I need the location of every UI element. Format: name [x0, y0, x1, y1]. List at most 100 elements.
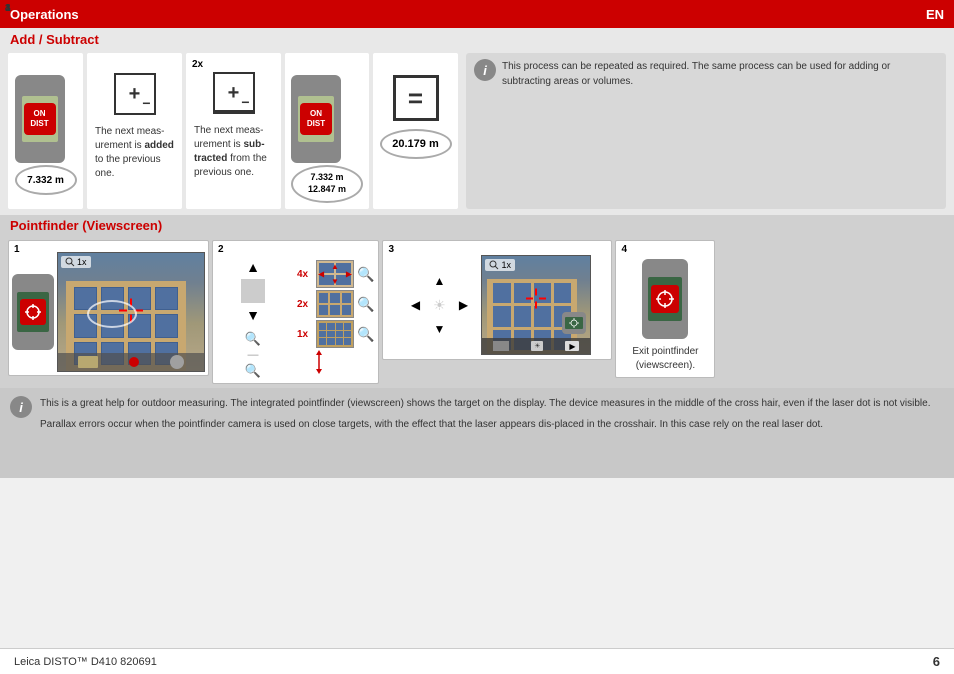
camera-crosshair-3 — [526, 289, 546, 312]
on-dist-btn-3: ON DIST — [300, 103, 332, 135]
step-2b-box: 2x + − The next meas-urement is sub-trac… — [186, 53, 281, 209]
page-footer: Leica DISTO™ D410 820691 6 — [0, 648, 954, 674]
camera-controls-bar-3: ☀ ▶ — [482, 338, 590, 354]
pointfinder-info-text-2: Parallax errors occur when the pointfind… — [40, 417, 930, 432]
zoom-4x-thumb: ◀ ▶ ▲ ▼ — [316, 260, 354, 288]
zoom-thumb-list: 4x ◀ ▶ ▲ ▼ 🔍 — [297, 260, 374, 374]
arrow-left[interactable] — [217, 279, 241, 303]
measurement-bubble-3: 7.332 m 12.847 m — [291, 165, 363, 203]
pf-step-1-content: 1x — [12, 252, 205, 372]
pf-step-4: 4 — [615, 240, 715, 378]
zoom-2x-row: 2x 🔍 — [297, 290, 374, 318]
step-3-device: ON DIST 7.332 m 12.847 m — [291, 75, 363, 203]
footer-page: 6 — [933, 654, 940, 669]
target-icon-4 — [651, 285, 679, 313]
add-subtract-info-box: i This process can be repeated as requir… — [466, 53, 946, 209]
header-lang: EN — [926, 7, 944, 22]
device-screen-3: ON DIST — [298, 96, 334, 142]
step-2-content: + − — [114, 73, 156, 115]
pointfinder-section-header: Pointfinder (Viewscreen) — [0, 215, 954, 236]
step-2b-text: The next meas-urement is sub-tracted fro… — [192, 120, 275, 184]
exit-text: Exit pointfinder (viewscreen). — [620, 345, 710, 373]
pf-step-2-content: ▲ ▼ 🔍 — 🔍 — [217, 255, 374, 379]
center-cross — [241, 279, 265, 303]
header-title: Operations — [10, 7, 79, 22]
pf-screen-4 — [648, 277, 682, 321]
zoom-4x-row: 4x ◀ ▶ ▲ ▼ 🔍 — [297, 260, 374, 288]
arrow-right-3[interactable]: ▶ — [451, 293, 475, 317]
pf-step-1: 1 — [8, 240, 209, 376]
pf-step-3-content: ▲ ◀ ☀ ▶ ▼ — [403, 255, 591, 355]
arrow-up-3[interactable]: ▲ — [427, 269, 451, 293]
pf-device-1 — [12, 274, 54, 350]
mini-device-in-camera — [562, 312, 586, 334]
plus-icon-box: + − — [114, 73, 156, 115]
step-2-text: The next meas-urement is added to the pr… — [93, 121, 176, 185]
device-illus-1: ON DIST — [15, 75, 65, 163]
camera-view-3: 1x ☀ ▶ — [481, 255, 591, 355]
result-bubble: 20.179 m — [380, 129, 452, 159]
arrow-left-3[interactable]: ◀ — [403, 293, 427, 317]
magnify-controls: 🔍 — 🔍 — [245, 331, 261, 379]
target-svg-1 — [23, 302, 43, 322]
zoom-1x-thumb — [316, 320, 354, 348]
search-icon-4x: 🔍 — [357, 266, 374, 283]
camera-view-1: 1x — [57, 252, 205, 372]
step-4-box: 4 = 20.179 m — [373, 53, 458, 209]
zoom-selected-indicator — [316, 350, 374, 374]
pf-step-3-number: 3 — [388, 244, 394, 255]
step-3-box: 3 ON DIST 7.332 m 12.847 m — [285, 53, 369, 209]
page-header: Operations EN — [0, 0, 954, 28]
info-icon-1: i — [474, 59, 496, 81]
pf-step-4-content — [642, 259, 688, 339]
add-subtract-section-header: Add / Subtract — [0, 28, 954, 49]
zoom-1x-row: 1x 🔍 — [297, 320, 374, 348]
step-2-box: + − The next meas-urement is added to th… — [87, 53, 182, 209]
arrow-up[interactable]: ▲ — [241, 255, 265, 279]
device-illus-3: ON DIST — [291, 75, 341, 163]
divider-line: — — [248, 349, 259, 361]
target-icon-1 — [20, 299, 46, 325]
camera-bottom-bar-1 — [58, 353, 204, 371]
footer-model: Leica DISTO™ D410 820691 — [14, 656, 157, 668]
add-subtract-steps: 1 ON DIST 7.332 m + — [8, 53, 946, 209]
pf-step-2: 2 ▲ ▼ 🔍 — 🔍 — [212, 240, 379, 384]
on-dist-btn-1: ON DIST — [24, 103, 56, 135]
zoom-2x-thumb — [316, 290, 354, 318]
search-icon-2x: 🔍 — [357, 296, 374, 313]
add-subtract-section: 1 ON DIST 7.332 m + — [0, 49, 954, 215]
plus-minus-icon-box: + − — [213, 72, 255, 114]
pointfinder-info-texts: This is a great help for outdoor measuri… — [40, 396, 930, 432]
2x-label: 2x — [192, 59, 203, 70]
measurement-bubble-1: 7.332 m — [15, 165, 77, 195]
step-4-content: = 20.179 m — [380, 75, 452, 159]
arrow-right[interactable] — [265, 279, 289, 303]
pointfinder-title: Pointfinder (Viewscreen) — [10, 218, 944, 233]
arrow-down[interactable]: ▼ — [241, 303, 265, 327]
pf-step-4-number: 4 — [621, 244, 627, 255]
info-icon-2: i — [10, 396, 32, 418]
zoom-out-icon[interactable]: 🔍 — [245, 363, 261, 379]
zoom-in-icon[interactable]: 🔍 — [245, 331, 261, 347]
sun-icon: ☀ — [427, 293, 451, 317]
pointfinder-section: 1 — [0, 236, 954, 478]
arrow-down-3[interactable]: ▼ — [427, 317, 451, 341]
pointfinder-info-box: i This is a great help for outdoor measu… — [0, 388, 954, 478]
arrow-cross-2: ▲ ▼ 🔍 — 🔍 — [217, 255, 289, 379]
device-screen-1: ON DIST — [22, 96, 58, 142]
step-1-device: ON DIST 7.332 m — [15, 75, 77, 195]
zoom-indicator-1: 1x — [61, 256, 91, 268]
step-1-box: 1 ON DIST 7.332 m — [8, 53, 83, 209]
step-4-number: 4 — [5, 3, 11, 14]
pf-device-screen-1 — [17, 292, 49, 332]
pf-step-2-number: 2 — [218, 244, 224, 255]
pf-step-1-number: 1 — [14, 244, 20, 255]
pointfinder-steps: 1 — [0, 236, 954, 388]
zoom-indicator-3: 1x — [485, 259, 515, 271]
pointfinder-info-text-1: This is a great help for outdoor measuri… — [40, 396, 930, 411]
pf-device-4 — [642, 259, 688, 339]
search-icon-1x: 🔍 — [357, 326, 374, 343]
add-subtract-title: Add / Subtract — [0, 28, 954, 49]
add-subtract-info-text: This process can be repeated as required… — [502, 59, 938, 89]
pf-step-3: 3 ▲ ◀ ☀ ▶ ▼ — [382, 240, 612, 360]
